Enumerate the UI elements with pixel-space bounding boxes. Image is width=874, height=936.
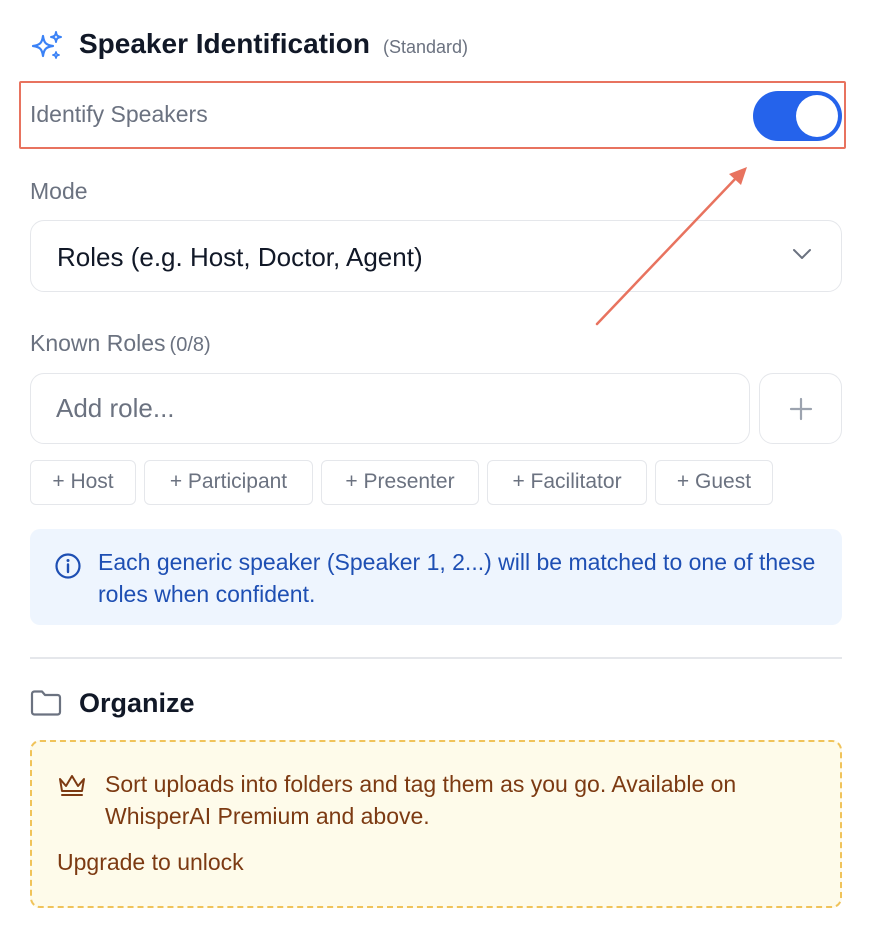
known-roles-label: Known Roles (0/8): [30, 330, 211, 357]
mode-label: Mode: [30, 178, 88, 204]
sparkles-icon: [31, 31, 62, 59]
section-divider: [30, 657, 842, 659]
role-chip-presenter[interactable]: + Presenter: [321, 460, 479, 505]
identify-speakers-toggle[interactable]: [753, 91, 842, 141]
role-chip-host[interactable]: + Host: [30, 460, 136, 505]
role-chip-guest[interactable]: + Guest: [655, 460, 773, 505]
promo-text: Sort uploads into folders and tag them a…: [105, 771, 737, 829]
identify-speakers-label: Identify Speakers: [30, 101, 208, 127]
info-text: Each generic speaker (Speaker 1, 2...) w…: [98, 549, 816, 607]
toggle-knob: [796, 95, 838, 137]
info-callout: Each generic speaker (Speaker 1, 2...) w…: [30, 529, 842, 625]
known-roles-count: (0/8): [169, 334, 211, 356]
folder-icon: [30, 690, 62, 716]
mode-select-value: Roles (e.g. Host, Doctor, Agent): [57, 242, 423, 272]
info-icon: [55, 553, 81, 579]
mode-select[interactable]: Roles (e.g. Host, Doctor, Agent): [30, 220, 842, 292]
add-role-input[interactable]: [30, 373, 750, 444]
section-title: Speaker Identification: [79, 28, 370, 59]
add-role-button[interactable]: [759, 373, 842, 444]
crown-icon: [59, 775, 85, 796]
upgrade-promo: Sort uploads into folders and tag them a…: [30, 740, 842, 908]
role-chip-participant[interactable]: + Participant: [144, 460, 313, 505]
plan-tag: (Standard): [383, 37, 469, 57]
role-chip-facilitator[interactable]: + Facilitator: [487, 460, 647, 505]
plus-icon: [789, 397, 813, 421]
chevron-down-icon: [793, 249, 811, 259]
organize-title: Organize: [79, 688, 195, 718]
known-roles-label-text: Known Roles: [30, 330, 166, 356]
upgrade-link[interactable]: Upgrade to unlock: [57, 849, 244, 876]
